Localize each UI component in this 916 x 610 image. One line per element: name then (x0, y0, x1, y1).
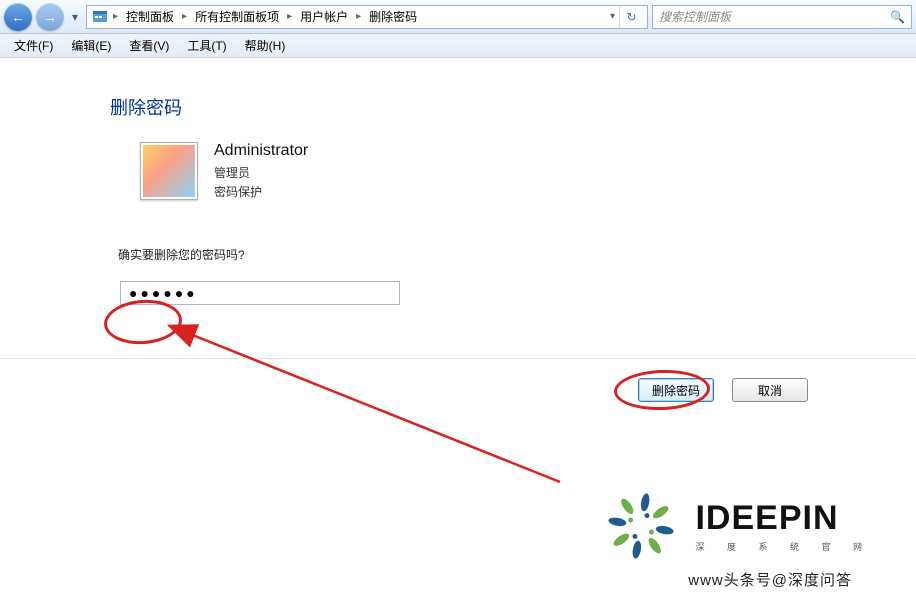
back-button[interactable]: ← (4, 3, 32, 31)
password-value: ●●●●●● (129, 285, 198, 301)
forward-icon: → (43, 9, 57, 25)
chevron-down-icon: ▾ (72, 10, 78, 24)
breadcrumb-item[interactable]: 所有控制面板项 (191, 6, 283, 27)
watermark-tag: 深 度 系 统 官 网 (695, 540, 872, 553)
menu-bar: 文件(F) 编辑(E) 查看(V) 工具(T) 帮助(H) (0, 34, 916, 58)
search-icon: 🔍 (890, 10, 905, 24)
user-role: 管理员 (214, 164, 308, 183)
content-pane: 删除密码 Administrator 管理员 密码保护 确实要删除您的密码吗? … (0, 58, 916, 305)
nav-history-dropdown[interactable]: ▾ (68, 7, 82, 27)
breadcrumb-sep: ▸ (285, 11, 294, 22)
menu-tools[interactable]: 工具(T) (179, 34, 234, 57)
breadcrumb-sep: ▸ (354, 11, 363, 22)
menu-edit[interactable]: 编辑(E) (63, 34, 119, 57)
page-title: 删除密码 (110, 94, 916, 120)
refresh-icon: ↻ (626, 10, 636, 24)
button-row: 删除密码 取消 (638, 378, 808, 402)
user-name: Administrator (214, 142, 308, 160)
chevron-down-icon[interactable]: ▾ (608, 11, 617, 22)
menu-help[interactable]: 帮助(H) (237, 34, 294, 57)
breadcrumb-item[interactable]: 用户帐户 (296, 6, 352, 27)
watermark-brand: IDEEPIN (695, 499, 872, 538)
refresh-button[interactable]: ↻ (619, 6, 643, 28)
forward-button[interactable]: → (36, 3, 64, 31)
breadcrumb-item[interactable]: 控制面板 (122, 6, 178, 27)
avatar (140, 142, 198, 200)
breadcrumb-item[interactable]: 删除密码 (365, 6, 421, 27)
user-info-block: Administrator 管理员 密码保护 (140, 142, 916, 202)
breadcrumb-sep: ▸ (180, 11, 189, 22)
address-bar[interactable]: ▸ 控制面板 ▸ 所有控制面板项 ▸ 用户帐户 ▸ 删除密码 ▾ ↻ (86, 5, 648, 29)
annotation-arrow (150, 322, 570, 492)
cancel-button[interactable]: 取消 (732, 378, 808, 402)
control-panel-icon (91, 8, 109, 26)
breadcrumb-sep: ▸ (111, 11, 120, 22)
menu-file[interactable]: 文件(F) (6, 34, 61, 57)
user-status: 密码保护 (214, 183, 308, 202)
avatar-image (143, 145, 195, 197)
confirm-prompt: 确实要删除您的密码吗? (118, 246, 916, 263)
search-placeholder: 搜索控制面板 (659, 8, 731, 25)
swirl-icon (601, 486, 681, 566)
watermark-credit: www头条号@深度问答 (688, 569, 852, 590)
menu-view[interactable]: 查看(V) (121, 34, 177, 57)
back-icon: ← (11, 9, 25, 25)
delete-password-button[interactable]: 删除密码 (638, 378, 714, 402)
password-input[interactable]: ●●●●●● (120, 281, 400, 305)
nav-toolbar: ← → ▾ ▸ 控制面板 ▸ 所有控制面板项 ▸ 用户帐户 ▸ 删除密码 ▾ ↻… (0, 0, 916, 34)
watermark-logo: IDEEPIN 深 度 系 统 官 网 (601, 486, 872, 566)
separator (0, 358, 916, 359)
search-input[interactable]: 搜索控制面板 🔍 (652, 5, 912, 29)
